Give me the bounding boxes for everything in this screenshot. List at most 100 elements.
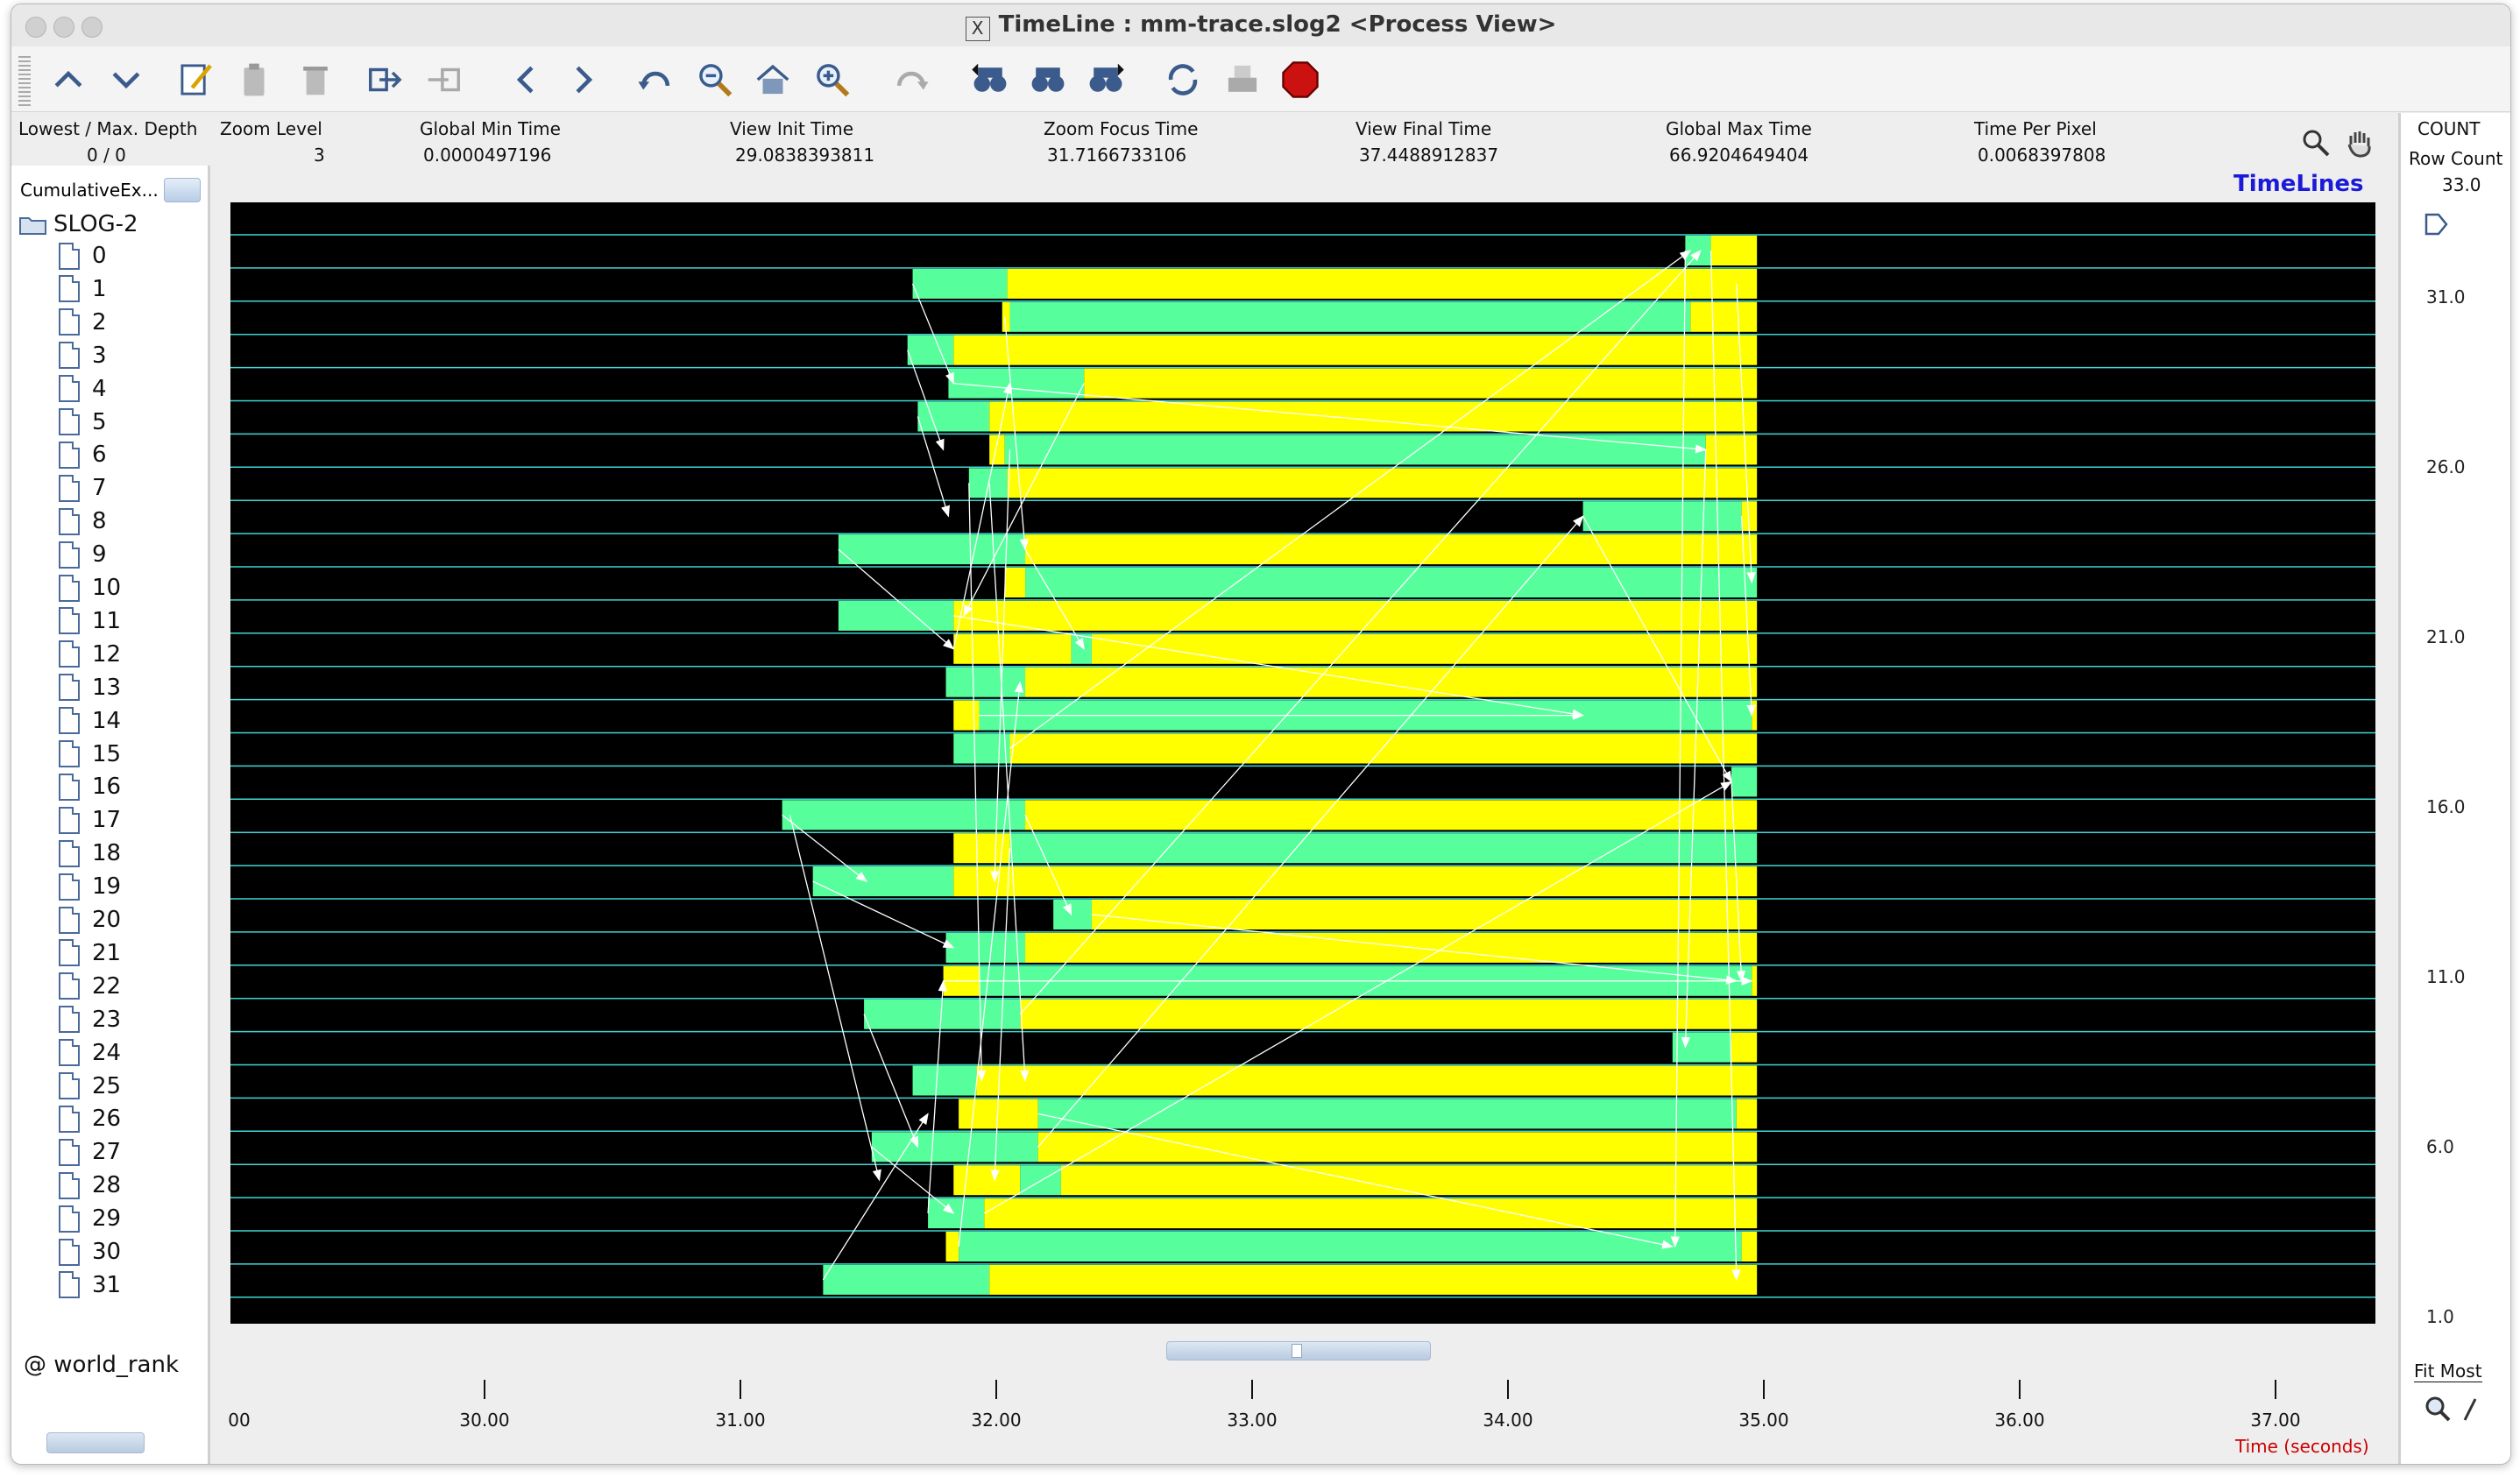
tree-item-rank[interactable]: 23: [59, 1005, 121, 1035]
state-bar-green[interactable]: [945, 667, 1026, 697]
tree-item-rank[interactable]: 5: [59, 407, 107, 437]
state-bar-green[interactable]: [1731, 767, 1758, 797]
down-icon[interactable]: [103, 57, 150, 102]
state-bar-yellow[interactable]: [1752, 700, 1758, 731]
tree-item-rank[interactable]: 25: [59, 1071, 121, 1101]
stop-icon[interactable]: [1277, 57, 1324, 102]
search-forward-icon[interactable]: [1082, 57, 1129, 102]
tree-item-rank[interactable]: 22: [59, 972, 121, 1001]
message-arrow[interactable]: [1019, 250, 1702, 1015]
tree-item-rank[interactable]: 15: [59, 739, 121, 769]
fit-most-button[interactable]: Fit Most: [2414, 1360, 2482, 1382]
message-arrow[interactable]: [1024, 548, 1085, 650]
state-bar-green[interactable]: [912, 268, 1008, 299]
state-bar-yellow[interactable]: [1025, 667, 1758, 697]
state-bar-green[interactable]: [1071, 633, 1092, 664]
home-icon[interactable]: [749, 57, 796, 102]
state-bar-yellow[interactable]: [1025, 932, 1758, 963]
export-icon[interactable]: [362, 57, 409, 102]
scroll-thumb[interactable]: [1292, 1344, 1302, 1358]
state-bar-yellow[interactable]: [1025, 800, 1758, 830]
state-bar-yellow[interactable]: [1731, 1032, 1758, 1063]
message-arrow[interactable]: [958, 681, 1024, 1247]
tree-item-rank[interactable]: 26: [59, 1104, 121, 1134]
tree-item-rank[interactable]: 17: [59, 805, 121, 835]
trash-icon[interactable]: [292, 57, 339, 102]
up-icon[interactable]: [45, 57, 92, 102]
state-bar-yellow[interactable]: [989, 1264, 1758, 1295]
preview-type-select[interactable]: CumulativeEx...: [18, 176, 201, 206]
tree-item-rank[interactable]: 12: [59, 640, 121, 669]
state-bar-yellow[interactable]: [953, 600, 1758, 631]
toolbar-grip[interactable]: [18, 53, 31, 106]
forward-icon[interactable]: [560, 57, 607, 102]
state-bar-yellow[interactable]: [1752, 965, 1758, 996]
state-bar-yellow[interactable]: [1060, 1165, 1758, 1196]
state-bar-green[interactable]: [1037, 1099, 1737, 1129]
tree-item-rank[interactable]: 18: [59, 838, 121, 868]
tree-item-rank[interactable]: 28: [59, 1170, 121, 1200]
search-icon[interactable]: [1024, 57, 1072, 102]
tree-item-rank[interactable]: 11: [59, 606, 121, 636]
tree-item-rank[interactable]: 0: [59, 241, 107, 271]
message-arrow[interactable]: [838, 548, 955, 650]
state-bar-yellow[interactable]: [1020, 999, 1758, 1029]
tree-item-rank[interactable]: 4: [59, 374, 107, 404]
tree-item-rank[interactable]: 21: [59, 938, 121, 968]
state-bar-yellow[interactable]: [1736, 1099, 1758, 1129]
tree-item-rank[interactable]: 1: [59, 274, 107, 304]
state-bar-green[interactable]: [838, 534, 1026, 565]
state-bar-yellow[interactable]: [953, 633, 1072, 664]
state-bar-yellow[interactable]: [953, 1165, 1021, 1196]
tree-item-rank[interactable]: 7: [59, 473, 107, 503]
message-arrow[interactable]: [1024, 815, 1072, 916]
tag-icon[interactable]: [2423, 211, 2449, 237]
tree-item-rank[interactable]: 8: [59, 506, 107, 536]
state-bar-yellow[interactable]: [945, 1232, 959, 1261]
tree-item-rank[interactable]: 13: [59, 673, 121, 703]
state-bar-green[interactable]: [1009, 301, 1691, 332]
state-bar-green[interactable]: [945, 932, 1026, 963]
back-icon[interactable]: [502, 57, 549, 102]
state-bar-yellow[interactable]: [989, 401, 1758, 432]
state-bar-green[interactable]: [871, 1132, 1038, 1163]
state-bar-yellow[interactable]: [1710, 236, 1758, 265]
state-bar-yellow[interactable]: [953, 700, 980, 731]
state-bar-green[interactable]: [953, 733, 1010, 764]
state-bar-yellow[interactable]: [1025, 534, 1758, 565]
chevron-down-icon[interactable]: [164, 178, 201, 202]
state-bar-yellow[interactable]: [953, 335, 1758, 365]
import-icon[interactable]: [420, 57, 467, 102]
message-arrow[interactable]: [953, 615, 1584, 718]
state-bar-yellow[interactable]: [1007, 468, 1758, 498]
message-arrow[interactable]: [907, 350, 945, 451]
state-bar-yellow[interactable]: [1084, 368, 1758, 399]
state-bar-green[interactable]: [912, 1065, 977, 1096]
tree-item-rank[interactable]: 6: [59, 440, 107, 470]
tree-root-slog2[interactable]: SLOG-2: [18, 209, 138, 239]
state-bar-yellow[interactable]: [1690, 301, 1758, 332]
tree-item-rank[interactable]: 14: [59, 706, 121, 736]
state-bar-yellow[interactable]: [1009, 733, 1758, 764]
state-bar-green[interactable]: [1020, 1165, 1061, 1196]
zoom-focus-time-value[interactable]: 31.7166733106: [1047, 145, 1186, 166]
print-icon[interactable]: [1219, 57, 1266, 102]
state-bar-yellow[interactable]: [976, 1065, 1758, 1096]
tree-item-rank[interactable]: 16: [59, 772, 121, 802]
tree-item-rank[interactable]: 24: [59, 1038, 121, 1068]
state-bar-green[interactable]: [823, 1264, 990, 1295]
tree-item-rank[interactable]: 10: [59, 573, 121, 603]
tree-item-rank[interactable]: 30: [59, 1237, 121, 1267]
state-bar-green[interactable]: [1025, 568, 1758, 597]
state-bar-yellow[interactable]: [1741, 1232, 1758, 1261]
state-bar-green[interactable]: [917, 401, 990, 432]
state-bar-green[interactable]: [838, 600, 954, 631]
tree-item-rank[interactable]: 2: [59, 307, 107, 337]
state-bar-yellow[interactable]: [989, 435, 1005, 465]
state-bar-green[interactable]: [1004, 435, 1706, 465]
message-arrow[interactable]: [917, 416, 950, 518]
state-bar-green[interactable]: [1053, 900, 1092, 929]
search-icon[interactable]: [2300, 127, 2332, 159]
undo-icon[interactable]: [632, 57, 679, 102]
refresh-icon[interactable]: [1159, 57, 1207, 102]
